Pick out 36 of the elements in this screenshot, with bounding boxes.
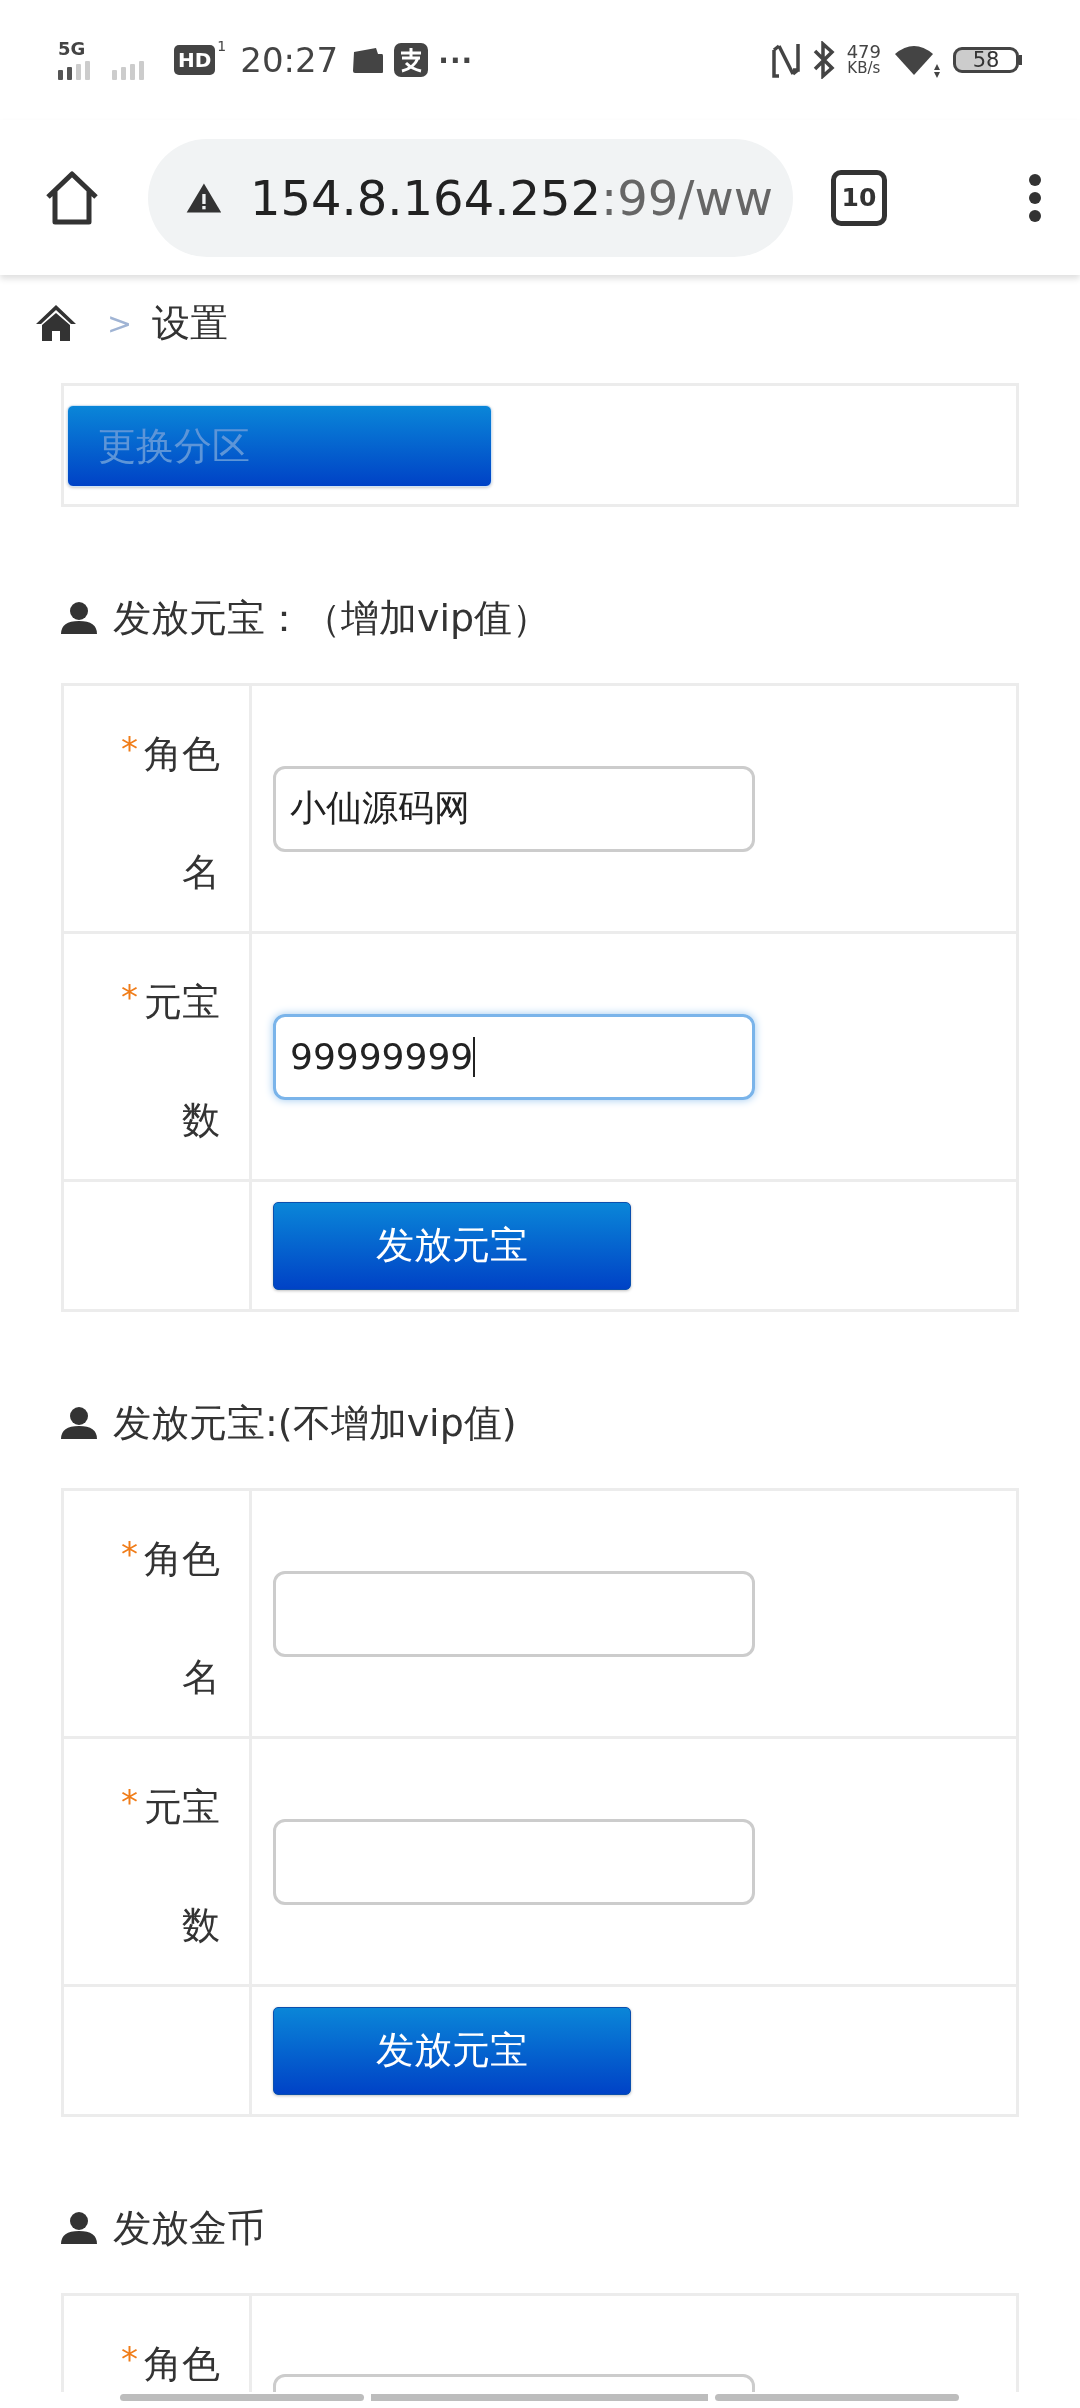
text-field[interactable] <box>273 1818 755 1905</box>
speed-value: 479 <box>846 43 881 60</box>
bluetooth-icon <box>812 41 835 79</box>
breadcrumb-current: 设置 <box>152 299 229 347</box>
text-field[interactable]: 小仙源码网 <box>273 765 755 852</box>
menu-icon[interactable] <box>1028 172 1042 223</box>
submit-button[interactable]: 发放元宝 <box>273 2006 631 2095</box>
home-icon[interactable] <box>44 170 100 225</box>
sim-index: 1 <box>217 38 227 54</box>
submit-button[interactable]: 发放元宝 <box>273 1201 631 1290</box>
battery-icon: 58 <box>953 47 1019 73</box>
section-title: 发放元宝:(不增加vip值) <box>113 1399 517 1447</box>
field-label: $^{*}$元宝数 <box>120 1781 220 1949</box>
hd-badge: HD <box>174 45 216 75</box>
nfc-icon <box>770 42 801 78</box>
more-notifications: ··· <box>438 43 474 77</box>
field-label: $^{*}$角色 <box>120 2338 220 2388</box>
address-field[interactable]: 154.8.164.252:99/ww <box>148 138 793 257</box>
breadcrumb-separator: > <box>107 305 133 341</box>
section-title: 发放元宝：（增加vip值） <box>113 594 551 642</box>
user-icon <box>61 1407 97 1439</box>
speed-unit: KB/s <box>847 60 881 77</box>
tab-count-button[interactable]: 10 <box>831 169 887 226</box>
clock-time: 20:27 <box>240 40 339 80</box>
home-icon[interactable] <box>35 304 77 342</box>
wallet-icon <box>352 46 385 74</box>
section-title: 发放金币 <box>113 2204 265 2252</box>
user-icon <box>61 602 97 634</box>
field-label: $^{*}$元宝数 <box>120 976 220 1144</box>
app-icon <box>394 43 429 77</box>
text-field[interactable]: 99999999 <box>273 1013 755 1100</box>
field-label: $^{*}$角色名 <box>120 1533 220 1701</box>
user-icon <box>61 2212 97 2244</box>
text-field[interactable] <box>273 1570 755 1657</box>
field-label: $^{*}$角色名 <box>120 728 220 896</box>
network-label: 5G <box>58 38 86 59</box>
